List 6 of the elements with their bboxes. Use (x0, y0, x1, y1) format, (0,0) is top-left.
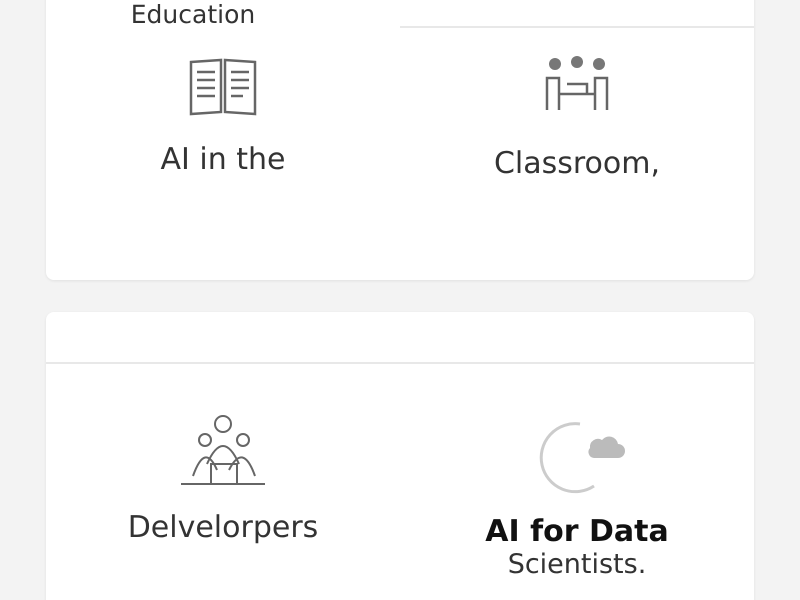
item-label: Classroom, (494, 146, 660, 181)
item-sublabel: Scientists. (508, 549, 646, 580)
item-label: AI for Data (485, 514, 669, 549)
card-title: Education (130, 2, 256, 28)
item-label: Delvelorpers (128, 510, 318, 545)
item-label: AI in the (160, 142, 286, 177)
